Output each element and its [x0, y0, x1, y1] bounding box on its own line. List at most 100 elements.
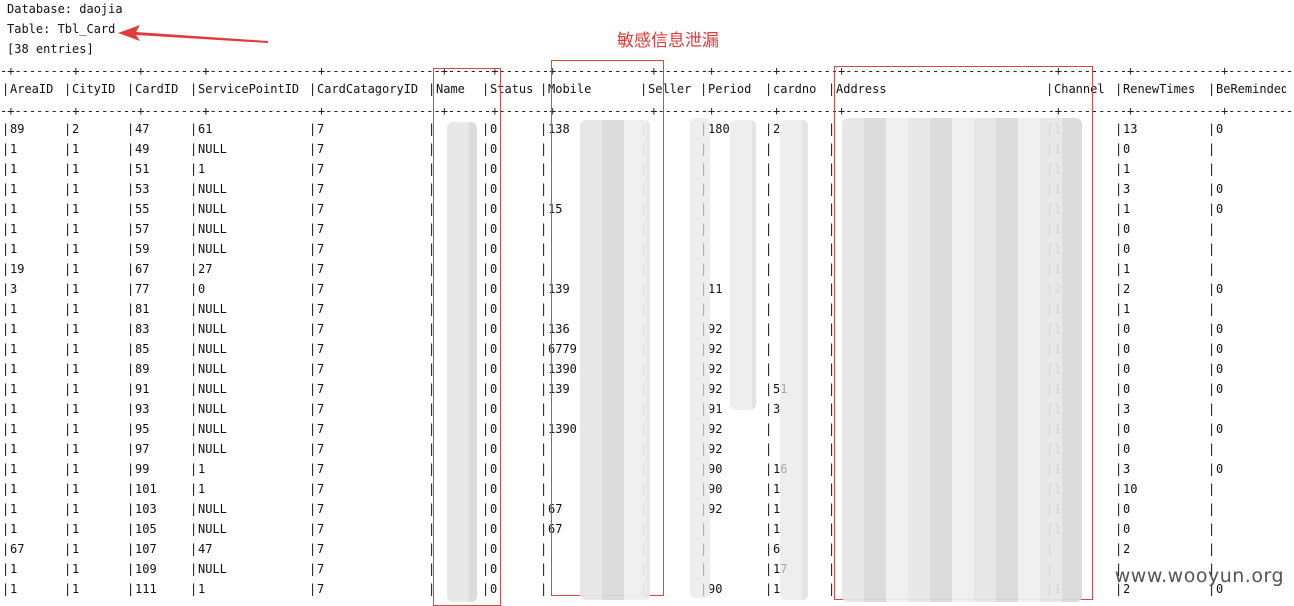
table-cell-areaid: 1 — [10, 342, 18, 356]
column-separator: | — [2, 282, 10, 296]
table-cell-renewtimes: 13 — [1123, 122, 1138, 136]
column-separator: | — [1115, 362, 1123, 376]
table-cell-areaid: 1 — [10, 322, 18, 336]
column-separator: | — [190, 142, 198, 156]
column-header-renewtimes: RenewTimes — [1123, 82, 1196, 96]
table-cell-areaid: 1 — [10, 202, 18, 216]
column-separator: | — [765, 222, 773, 236]
table-cell-renewtimes: 3 — [1123, 182, 1131, 196]
column-separator: | — [190, 342, 198, 356]
column-separator: | — [64, 182, 72, 196]
table-cell-cityid: 1 — [72, 562, 80, 576]
column-separator: | — [127, 362, 135, 376]
column-separator: | — [765, 302, 773, 316]
table-cell-cardid: 103 — [135, 502, 157, 516]
column-separator: | — [1115, 302, 1123, 316]
table-cell-cardid: 59 — [135, 242, 150, 256]
table-cell-cityid: 1 — [72, 422, 80, 436]
table-cell-renewtimes: 10 — [1123, 482, 1138, 496]
column-separator: | — [2, 442, 10, 456]
table-cell-cardcatagoryid: 7 — [317, 342, 325, 356]
column-separator: | — [1208, 462, 1216, 476]
table-cell-renewtimes: 2 — [1123, 282, 1131, 296]
column-header-cityid: CityID — [72, 82, 116, 96]
column-separator: | — [64, 562, 72, 576]
column-separator: | — [64, 242, 72, 256]
table-cell-cityid: 1 — [72, 542, 80, 556]
column-separator: | — [1115, 542, 1123, 556]
table-cell-servicepointid: 1 — [198, 482, 206, 496]
table-cell-servicepointid: NULL — [198, 522, 227, 536]
column-separator: | — [1208, 402, 1216, 416]
table-cell-areaid: 1 — [10, 222, 18, 236]
column-separator: | — [309, 442, 317, 456]
column-separator: | — [2, 202, 10, 216]
table-cell-cardcatagoryid: 7 — [317, 442, 325, 456]
column-separator: | — [190, 462, 198, 476]
column-separator: | — [1208, 122, 1216, 136]
column-separator: | — [190, 382, 198, 396]
table-cell-cardcatagoryid: 7 — [317, 302, 325, 316]
table-cell-servicepointid: NULL — [198, 142, 227, 156]
table-cell-cardcatagoryid: 7 — [317, 182, 325, 196]
table-cell-cityid: 1 — [72, 262, 80, 276]
column-separator: | — [309, 202, 317, 216]
table-cell-cardid: 89 — [135, 362, 150, 376]
table-cell-servicepointid: 0 — [198, 282, 206, 296]
column-separator: | — [64, 462, 72, 476]
column-separator: | — [540, 142, 548, 156]
column-separator: | — [540, 282, 548, 296]
column-separator: | — [765, 542, 773, 556]
column-separator: | — [2, 222, 10, 236]
column-separator: | — [2, 562, 10, 576]
column-separator: | — [1115, 322, 1123, 336]
column-separator: | — [765, 262, 773, 276]
column-separator: | — [2, 402, 10, 416]
column-separator: | — [64, 162, 72, 176]
column-separator: | — [2, 522, 10, 536]
table-cell-cardcatagoryid: 7 — [317, 222, 325, 236]
column-separator: | — [190, 402, 198, 416]
column-separator: | — [540, 382, 548, 396]
table-cell-cardid: 67 — [135, 262, 150, 276]
table-cell-servicepointid: 27 — [198, 262, 213, 276]
table-cell-bereminded: 0 — [1216, 342, 1224, 356]
column-separator: | — [540, 582, 548, 596]
table-cell-cardid: 91 — [135, 382, 150, 396]
table-cell-renewtimes: 0 — [1123, 442, 1131, 456]
column-separator: | — [1115, 242, 1123, 256]
column-separator: | — [309, 82, 317, 96]
column-separator: | — [309, 222, 317, 236]
table-cell-servicepointid: 47 — [198, 542, 213, 556]
column-separator: | — [2, 582, 10, 596]
column-separator: | — [309, 262, 317, 276]
column-separator: | — [190, 422, 198, 436]
table-cell-period: 90 — [708, 482, 723, 496]
column-separator: | — [64, 582, 72, 596]
table-cell-cardid: 93 — [135, 402, 150, 416]
column-separator: | — [2, 262, 10, 276]
column-separator: | — [127, 222, 135, 236]
table-cell-cityid: 1 — [72, 362, 80, 376]
table-cell-areaid: 1 — [10, 182, 18, 196]
table-cell-areaid: 1 — [10, 502, 18, 516]
column-separator: | — [1208, 82, 1216, 96]
column-separator: | — [309, 182, 317, 196]
column-separator: | — [127, 522, 135, 536]
column-header-servicepointid: ServicePointID — [198, 82, 300, 96]
table-cell-renewtimes: 0 — [1123, 342, 1131, 356]
table-cell-cardid: 97 — [135, 442, 150, 456]
column-separator: | — [1115, 462, 1123, 476]
column-separator: | — [309, 382, 317, 396]
column-separator: | — [1208, 142, 1216, 156]
column-separator: | — [540, 362, 548, 376]
column-separator: | — [765, 162, 773, 176]
column-separator: | — [309, 462, 317, 476]
column-separator: | — [540, 302, 548, 316]
table-cell-cardid: 101 — [135, 482, 157, 496]
column-separator: | — [127, 82, 135, 96]
column-separator: | — [127, 122, 135, 136]
table-cell-period: 92 — [708, 442, 723, 456]
table-cell-cardcatagoryid: 7 — [317, 542, 325, 556]
table-cell-servicepointid: NULL — [198, 422, 227, 436]
